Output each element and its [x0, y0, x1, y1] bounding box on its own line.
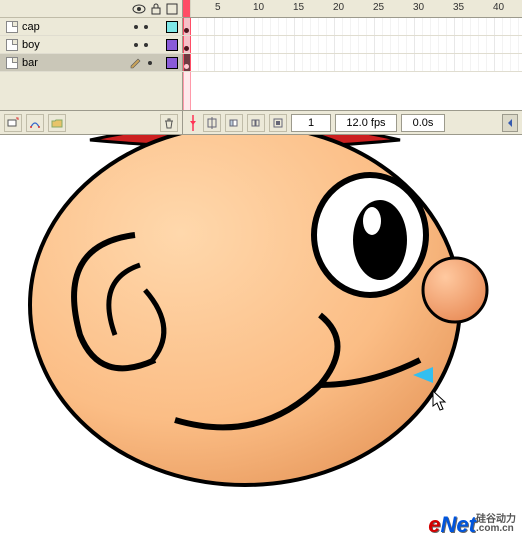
ruler-tick: 20 — [333, 2, 344, 13]
selection-handle[interactable] — [411, 363, 435, 387]
layer-header-controls — [0, 0, 183, 17]
layer-name: bar — [22, 57, 38, 69]
layer-flags[interactable] — [120, 54, 162, 71]
playhead-icon[interactable] — [187, 115, 199, 131]
delete-layer-button[interactable] — [160, 114, 178, 132]
onion-outline-button[interactable] — [247, 114, 265, 132]
current-frame-readout[interactable]: 1 — [291, 114, 331, 132]
layer-name: boy — [22, 39, 40, 51]
layer-color-swatch[interactable] — [162, 36, 183, 53]
watermark-e: e — [428, 512, 440, 537]
layer-flags[interactable] — [120, 36, 162, 53]
layer-color-swatch[interactable] — [162, 18, 183, 35]
frame-track[interactable] — [183, 18, 522, 35]
layer-type-icon — [6, 39, 18, 51]
layer-list: cap boy — [0, 18, 522, 72]
edit-multiple-button[interactable] — [269, 114, 287, 132]
ruler-tick: 25 — [373, 2, 384, 13]
layer-name: cap — [22, 21, 40, 33]
layer-row-bar[interactable]: bar — [0, 54, 522, 72]
ruler-tick: 35 — [453, 2, 464, 13]
center-frame-button[interactable] — [203, 114, 221, 132]
timeline-status-bar: 1 12.0 fps 0.0s — [0, 110, 522, 134]
layer-name-cell[interactable]: cap — [0, 18, 120, 35]
watermark-net: Net — [441, 512, 476, 537]
ruler-tick: 10 — [253, 2, 264, 13]
scroll-left-button[interactable] — [502, 114, 518, 132]
keyframe-icon[interactable] — [184, 46, 189, 51]
layer-empty-area — [0, 72, 522, 110]
frame-track[interactable] — [183, 54, 522, 71]
layer-flags[interactable] — [120, 18, 162, 35]
add-folder-button[interactable] — [48, 114, 66, 132]
layer-row-boy[interactable]: boy — [0, 36, 522, 54]
keyframe-icon[interactable] — [184, 64, 189, 69]
layer-type-icon — [6, 57, 18, 69]
fps-readout[interactable]: 12.0 fps — [335, 114, 397, 132]
layer-name-cell[interactable]: boy — [0, 36, 120, 53]
onion-skin-button[interactable] — [225, 114, 243, 132]
add-guide-button[interactable] — [26, 114, 44, 132]
layer-header: 5 10 15 20 25 30 35 40 — [0, 0, 522, 18]
ruler-tick: 30 — [413, 2, 424, 13]
drawing — [0, 135, 522, 542]
timeline-panel: 5 10 15 20 25 30 35 40 cap — [0, 0, 522, 135]
layer-type-icon — [6, 21, 18, 33]
ruler-tick: 40 — [493, 2, 504, 13]
outline-icon[interactable] — [166, 3, 178, 15]
mouse-cursor-icon — [432, 390, 450, 412]
eye-icon[interactable] — [132, 3, 146, 15]
stage-canvas[interactable]: eNet硅谷动力.com.cn — [0, 135, 522, 542]
lock-icon[interactable] — [150, 3, 162, 15]
keyframe-icon[interactable] — [184, 28, 189, 33]
layer-row-cap[interactable]: cap — [0, 18, 522, 36]
layer-color-swatch[interactable] — [162, 54, 183, 71]
ruler-tick: 15 — [293, 2, 304, 13]
elapsed-time-readout: 0.0s — [401, 114, 445, 132]
pencil-icon — [130, 57, 142, 69]
layer-name-cell[interactable]: bar — [0, 54, 120, 71]
ruler-tick: 5 — [215, 2, 221, 13]
playhead-column[interactable] — [183, 0, 191, 17]
frame-track[interactable] — [183, 36, 522, 53]
insert-layer-button[interactable] — [4, 114, 22, 132]
frame-ruler[interactable]: 5 10 15 20 25 30 35 40 — [183, 0, 522, 18]
watermark: eNet硅谷动力.com.cn — [428, 512, 516, 538]
